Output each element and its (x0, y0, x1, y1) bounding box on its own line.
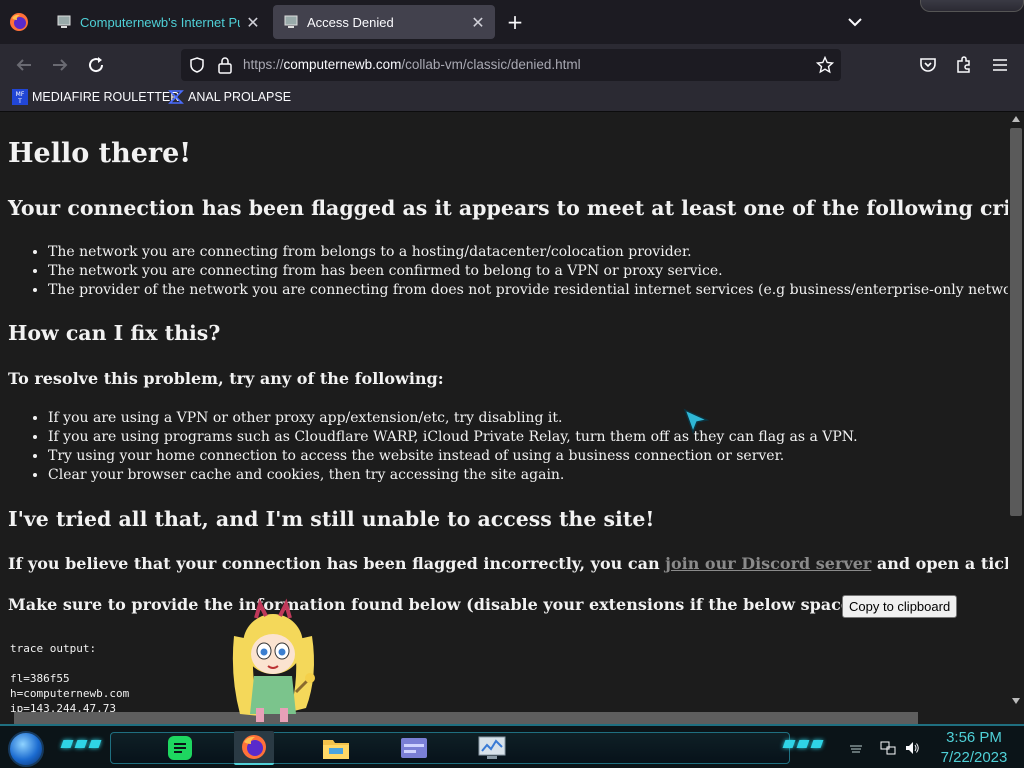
new-tab-icon[interactable]: + (503, 10, 527, 34)
url-host: computernewb.com (283, 57, 402, 72)
horizontal-scroll-thumb[interactable] (14, 712, 918, 724)
navigation-toolbar: https://computernewb.com/collab-vm/class… (0, 44, 1024, 86)
list-item: Clear your browser cache and cookies, th… (48, 466, 858, 485)
tab-title: Computernewb's Internet Pub (80, 14, 240, 30)
taskbar-app-file-explorer[interactable] (316, 731, 356, 765)
network-icon[interactable] (880, 740, 896, 756)
window-frame-decoration (920, 0, 1024, 12)
url-scheme: https:// (243, 57, 284, 72)
list-item: Try using your home connection to access… (48, 447, 858, 466)
trace-line: h=computernewb.com (10, 687, 130, 700)
show-hidden-icons-icon[interactable] (848, 740, 864, 756)
extensions-button[interactable] (952, 53, 976, 77)
bookmark-mediafire-rouletter[interactable]: MF T MEDIAFIRE ROULETTER (12, 89, 179, 105)
forward-button[interactable] (48, 53, 72, 77)
svg-text:MF: MF (16, 91, 25, 98)
taskbar-frame (110, 732, 790, 764)
page-title: Hello there! (8, 138, 192, 169)
page-content: Hello there! Your connection has been fl… (0, 112, 1008, 712)
cartoon-mascot-sticker (232, 598, 315, 722)
fix-heading: How can I fix this? (8, 321, 221, 345)
taskbar-decoration-right (782, 740, 828, 752)
puzzle-piece-icon (957, 56, 970, 73)
discord-link[interactable]: join our Discord server (665, 554, 871, 573)
mediafire-favicon-icon: MFT (12, 89, 28, 105)
taskbar-app-control-panel[interactable] (394, 731, 434, 765)
reload-button[interactable] (84, 53, 108, 77)
app-menu-button[interactable] (988, 53, 1012, 77)
svg-text:T: T (17, 98, 22, 105)
tab-access-denied[interactable]: Access Denied ✕ (273, 5, 495, 39)
monitor-chart-icon (478, 736, 506, 759)
chevron-down-icon[interactable] (845, 12, 865, 32)
incorrect-flag-pre: If you believe that your connection has … (8, 554, 666, 573)
copy-to-clipboard-button[interactable]: Copy to clipboard (842, 595, 958, 618)
tracking-protection-shield-icon[interactable] (189, 57, 205, 73)
bookmark-anal-prolapse[interactable]: ANAL PROLAPSE (168, 89, 291, 105)
back-button[interactable] (12, 53, 36, 77)
list-item: The provider of the network you are conn… (48, 281, 1008, 300)
flagged-heading: Your connection has been flagged as it a… (8, 196, 1008, 220)
criteria-list: The network you are connecting from belo… (48, 243, 1008, 300)
list-item: The network you are connecting from has … (48, 262, 1008, 281)
fixes-list: If you are using a VPN or other proxy ap… (48, 409, 858, 485)
firefox-icon (242, 735, 266, 759)
hamburger-menu-icon (993, 59, 1007, 71)
url-path: /collab-vm/classic/denied.html (401, 57, 581, 72)
provide-info-text: Make sure to provide the information fou… (8, 595, 946, 614)
lock-icon[interactable] (217, 56, 233, 74)
incorrect-flag-text: If you believe that your connection has … (8, 554, 1008, 573)
url-text[interactable]: https://computernewb.com/collab-vm/class… (243, 57, 581, 72)
trace-output: trace output: fl=386f55 h=computernewb.com… (10, 641, 129, 712)
tab-computernewb[interactable]: Computernewb's Internet Pub ✕ (46, 5, 270, 39)
resolve-heading: To resolve this problem, try any of the … (8, 369, 444, 388)
taskbar: 3:56 PM 7/22/2023 (0, 724, 1024, 768)
tab-bar: Computernewb's Internet Pub ✕ Access Den… (0, 0, 1024, 44)
mouse-cursor-icon (683, 408, 709, 434)
clock-time[interactable]: 3:56 PM (934, 729, 1014, 746)
bookmark-label: MEDIAFIRE ROULETTER (32, 90, 180, 104)
horizontal-scrollbar[interactable] (0, 712, 1024, 724)
tab-title: Access Denied (307, 14, 394, 30)
list-item: If you are using a VPN or other proxy ap… (48, 409, 858, 428)
forward-arrow-icon (53, 59, 68, 71)
scroll-up-arrow-icon[interactable] (1012, 116, 1020, 122)
still-unable-heading: I've tried all that, and I'm still unabl… (8, 507, 655, 531)
bookmark-label: ANAL PROLAPSE (188, 90, 292, 104)
close-tab-icon[interactable]: ✕ (246, 13, 260, 32)
back-arrow-icon (16, 59, 31, 71)
address-bar[interactable]: https://computernewb.com/collab-vm/class… (181, 49, 841, 81)
computernewb-favicon-icon (284, 15, 298, 28)
reload-icon (89, 57, 104, 73)
notes-app-icon (168, 736, 192, 760)
taskbar-app-firefox[interactable] (234, 731, 274, 765)
clock-date[interactable]: 7/22/2023 (934, 749, 1014, 766)
sigma-favicon-icon (168, 90, 184, 104)
start-button[interactable] (8, 731, 44, 767)
vertical-scroll-thumb[interactable] (1010, 128, 1022, 516)
list-item: If you are using programs such as Cloudf… (48, 428, 858, 447)
taskbar-decoration-left (60, 740, 106, 752)
scroll-down-arrow-icon[interactable] (1012, 698, 1020, 704)
vertical-scrollbar[interactable] (1008, 112, 1024, 712)
pocket-icon (920, 58, 936, 72)
firefox-view-icon[interactable] (9, 12, 29, 32)
trace-label: trace output: (10, 642, 97, 655)
pocket-button[interactable] (916, 53, 940, 77)
folder-icon (323, 740, 349, 759)
trace-line: ip=143.244.47.73 (10, 702, 116, 712)
taskbar-app-notes[interactable] (160, 731, 200, 765)
trace-line: fl=386f55 (10, 672, 70, 685)
taskbar-app-task-manager[interactable] (472, 731, 512, 765)
bookmark-star-icon[interactable] (816, 56, 834, 74)
incorrect-flag-post: and open a ticket. (876, 554, 1008, 573)
list-item: The network you are connecting from belo… (48, 243, 1008, 262)
bookmarks-toolbar: MF T MEDIAFIRE ROULETTER ANAL PROLAPSE (0, 86, 1024, 112)
volume-icon[interactable] (904, 740, 920, 756)
window-app-icon (401, 738, 427, 758)
close-tab-icon[interactable]: ✕ (471, 13, 485, 32)
computernewb-favicon-icon (57, 15, 71, 28)
